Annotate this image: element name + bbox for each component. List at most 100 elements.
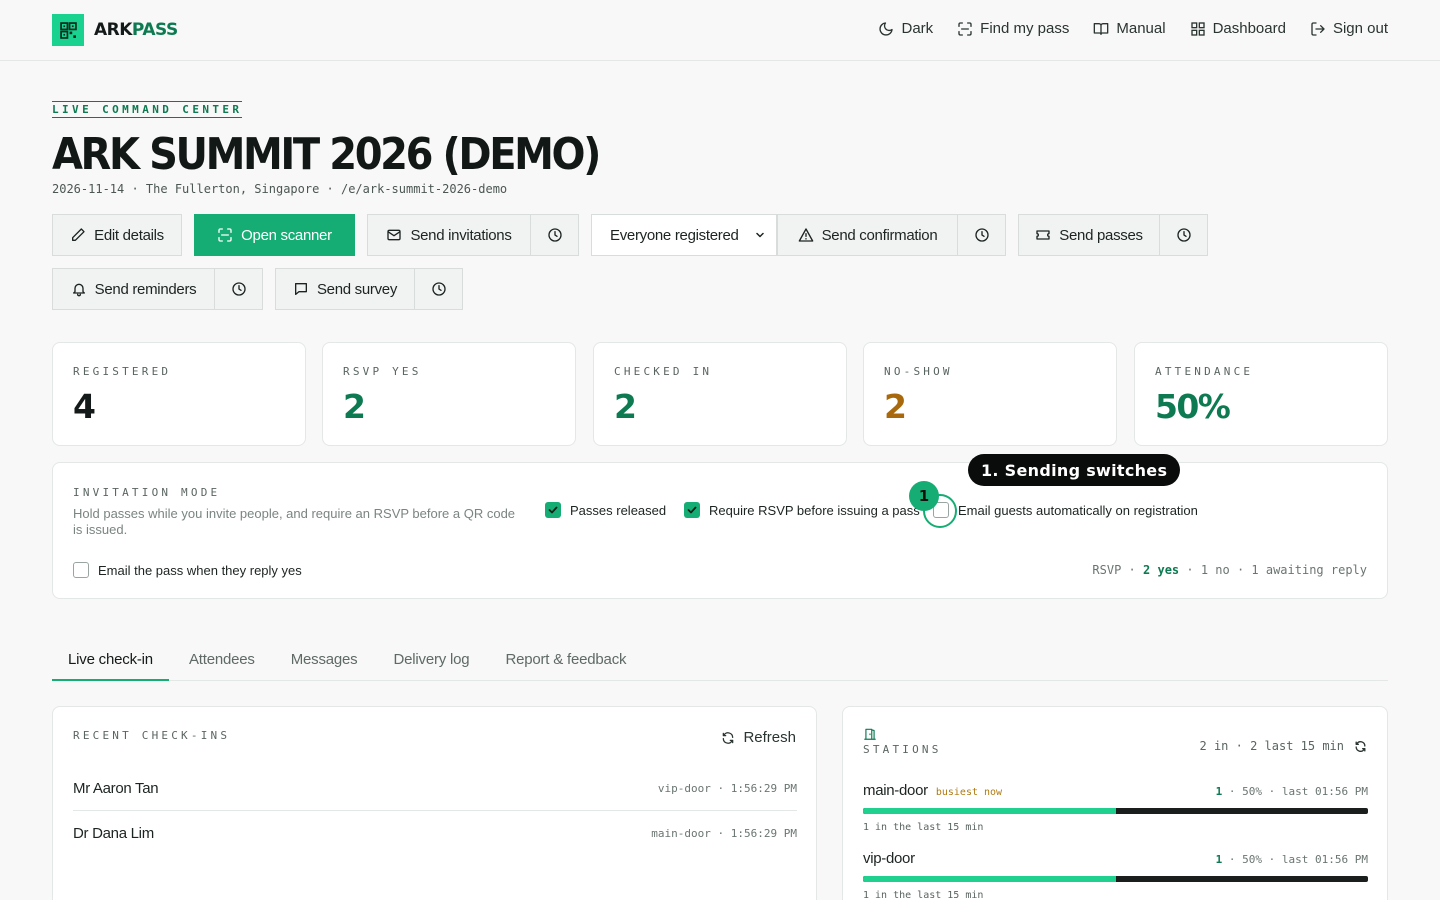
mail-icon — [387, 229, 402, 241]
send-invitations-label: Send invitations — [410, 226, 512, 244]
tab-messages[interactable]: Messages — [275, 640, 374, 681]
station-count: 1 — [1215, 785, 1223, 798]
refresh-label: Refresh — [743, 729, 796, 746]
schedule-invitations-button[interactable] — [530, 214, 579, 256]
top-nav: Dark Find my pass Manual Dashboard Sign … — [878, 20, 1388, 37]
dark-mode-label: Dark — [901, 20, 934, 37]
station-row: main-door busiest now 1 · 50% · last 01:5… — [863, 782, 1368, 833]
find-my-pass-link[interactable]: Find my pass — [957, 20, 1069, 37]
schedule-survey-button[interactable] — [414, 268, 463, 310]
stat-label: REGISTERED — [73, 365, 172, 378]
station-progress-bar — [863, 808, 1368, 814]
stat-value: 4 — [73, 387, 96, 426]
passes-released-checkbox[interactable]: Passes released — [545, 502, 666, 518]
stat-no-show: NO-SHOW 2 — [863, 342, 1117, 446]
tab-live-check-in[interactable]: Live check-in — [52, 640, 169, 681]
send-passes-label: Send passes — [1059, 226, 1143, 244]
chevron-down-icon — [756, 232, 764, 238]
check-in-name: Dr Dana Lim — [73, 824, 154, 842]
stat-value: 2 — [614, 387, 637, 426]
check-in-meta: vip-door · 1:56:29 PM — [657, 781, 797, 795]
pencil-icon — [72, 228, 85, 241]
tab-delivery-log[interactable]: Delivery log — [377, 640, 485, 681]
rsvp-yes-count: 2 yes — [1143, 563, 1180, 577]
send-confirmation-button[interactable]: Send confirmation — [777, 214, 958, 256]
tab-report-feedback[interactable]: Report & feedback — [489, 640, 642, 681]
audience-select-value: Everyone registered — [610, 226, 739, 244]
main-tabs: Live check-in Attendees Messages Deliver… — [52, 640, 1388, 681]
checkbox-checked[interactable] — [684, 502, 700, 518]
stat-label: ATTENDANCE — [1155, 365, 1254, 378]
stat-value: 2 — [884, 387, 907, 426]
station-subtext: 1 in the last 15 min — [863, 822, 984, 833]
checkbox-unchecked[interactable] — [73, 562, 89, 578]
audience-select[interactable]: Everyone registered — [591, 214, 777, 256]
stations-summary-text: 2 in · 2 last 15 min — [1199, 739, 1345, 753]
stat-registered: REGISTERED 4 — [52, 342, 306, 446]
schedule-passes-button[interactable] — [1159, 214, 1208, 256]
dashboard-label: Dashboard — [1212, 20, 1286, 37]
logout-icon — [1311, 21, 1325, 36]
tab-attendees[interactable]: Attendees — [173, 640, 271, 681]
ticket-icon — [1036, 230, 1050, 240]
check-in-name: Mr Aaron Tan — [73, 779, 159, 797]
station-count: 1 — [1215, 853, 1223, 866]
stat-label: RSVP YES — [343, 365, 422, 378]
station-stats: · 50% · last 01:56 PM — [1228, 853, 1368, 866]
dashboard-link[interactable]: Dashboard — [1190, 20, 1286, 37]
stat-label: CHECKED IN — [614, 365, 713, 378]
check-icon — [548, 506, 558, 514]
brand-name: ARKPASS — [94, 20, 178, 40]
schedule-confirmation-button[interactable] — [957, 214, 1006, 256]
schedule-reminders-button[interactable] — [214, 268, 263, 310]
require-rsvp-checkbox[interactable]: Require RSVP before issuing a pass — [684, 502, 920, 518]
event-meta: 2026-11-14 · The Fullerton, Singapore · … — [52, 182, 508, 196]
annotation-number-badge: 1 — [909, 481, 939, 511]
scan-icon — [958, 21, 972, 36]
refresh-icon — [723, 731, 734, 744]
open-scanner-button[interactable]: Open scanner — [194, 214, 355, 256]
warning-icon — [798, 228, 813, 242]
rsvp-summary: RSVP · 2 yes · 1 no · 1 awaiting reply — [1092, 563, 1367, 577]
checkbox-label: Email the pass when they reply yes — [98, 562, 302, 578]
stat-checked-in: CHECKED IN 2 — [593, 342, 847, 446]
station-stats: · 50% · last 01:56 PM — [1228, 785, 1368, 798]
brand-logo[interactable]: ARKPASS — [52, 14, 178, 46]
busiest-badge: busiest now — [935, 787, 1003, 798]
send-reminders-button[interactable]: Send reminders — [52, 268, 215, 310]
manual-link[interactable]: Manual — [1093, 20, 1166, 37]
send-survey-label: Send survey — [316, 280, 398, 298]
edit-details-label: Edit details — [94, 226, 164, 244]
sign-out-label: Sign out — [1332, 20, 1388, 37]
edit-details-button[interactable]: Edit details — [52, 214, 182, 256]
door-icon — [864, 728, 876, 740]
grid-icon — [1190, 21, 1205, 36]
checkbox-checked[interactable] — [545, 502, 561, 518]
invitation-mode-card: INVITATION MODE Hold passes while you in… — [52, 462, 1388, 599]
recent-check-ins-panel: RECENT CHECK-INS Refresh Mr Aaron Tan vi… — [52, 706, 817, 900]
checkbox-label: Require RSVP before issuing a pass — [709, 502, 920, 518]
email-pass-on-yes-checkbox[interactable]: Email the pass when they reply yes — [73, 562, 302, 578]
bell-icon — [72, 283, 85, 297]
dark-mode-toggle[interactable]: Dark — [878, 20, 933, 37]
brand-name-part2: PASS — [131, 20, 178, 40]
send-survey-button[interactable]: Send survey — [275, 268, 415, 310]
stat-attendance: ATTENDANCE 50% — [1134, 342, 1388, 446]
stat-rsvp-yes: RSVP YES 2 — [322, 342, 576, 446]
checkbox-label: Email guests automatically on registrati… — [958, 502, 1198, 518]
page-title: ARK SUMMIT 2026 (DEMO) — [52, 130, 601, 180]
clock-icon — [431, 282, 446, 296]
stations-panel: STATIONS 2 in · 2 last 15 min main-door b… — [842, 706, 1388, 900]
chat-icon — [294, 283, 307, 295]
send-invitations-button[interactable]: Send invitations — [367, 214, 531, 256]
station-progress-fill — [863, 876, 1116, 882]
invitation-mode-description: Hold passes while you invite people, and… — [73, 506, 516, 537]
email-on-registration-checkbox[interactable]: Email guests automatically on registrati… — [933, 502, 1198, 518]
send-confirmation-label: Send confirmation — [821, 226, 938, 244]
sign-out-link[interactable]: Sign out — [1310, 20, 1388, 37]
refresh-button[interactable]: Refresh — [721, 729, 796, 746]
refresh-icon[interactable] — [1354, 740, 1367, 753]
check-in-meta: main-door · 1:56:29 PM — [651, 826, 797, 840]
top-bar: ARKPASS Dark Find my pass Manual Dashboa… — [0, 0, 1440, 61]
send-passes-button[interactable]: Send passes — [1018, 214, 1160, 256]
